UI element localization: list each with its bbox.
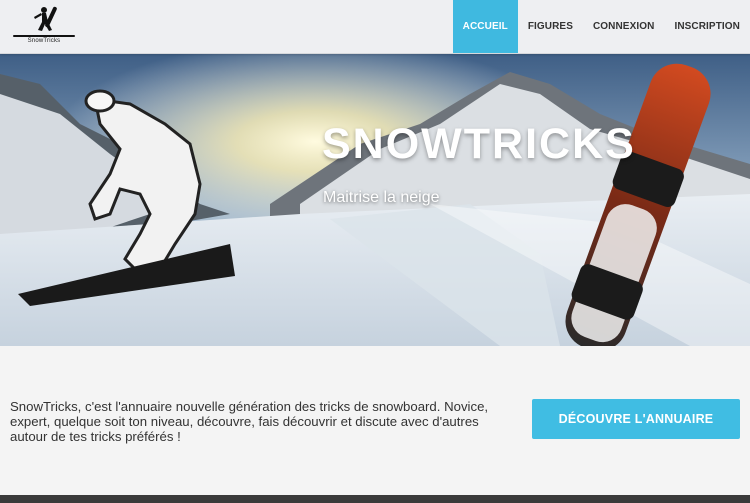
main-nav: ACCUEIL FIGURES CONNEXION INSCRIPTION (452, 0, 750, 53)
nav-figures[interactable]: FIGURES (518, 0, 583, 53)
discover-directory-button[interactable]: DÉCOUVRE L'ANNUAIRE (532, 399, 740, 439)
hero-subtitle: Maitrise la neige (323, 189, 440, 206)
hero-banner: SNOWTRICKS Maitrise la neige (0, 54, 750, 346)
navbar: SnowTricks ACCUEIL FIGURES CONNEXION INS… (0, 0, 750, 54)
hero-title: SNOWTRICKS (322, 120, 636, 168)
nav-accueil[interactable]: ACCUEIL (452, 0, 518, 53)
nav-inscription[interactable]: INSCRIPTION (664, 0, 750, 53)
nav-connexion[interactable]: CONNEXION (583, 0, 664, 53)
intro-text: SnowTricks, c'est l'annuaire nouvelle gé… (10, 399, 489, 444)
intro-section: SnowTricks, c'est l'annuaire nouvelle gé… (0, 346, 750, 495)
footer-bar (0, 495, 750, 503)
snowboarder-logo-icon (13, 6, 75, 37)
brand-logo[interactable]: SnowTricks (11, 4, 77, 48)
logo-text: SnowTricks (27, 38, 61, 44)
